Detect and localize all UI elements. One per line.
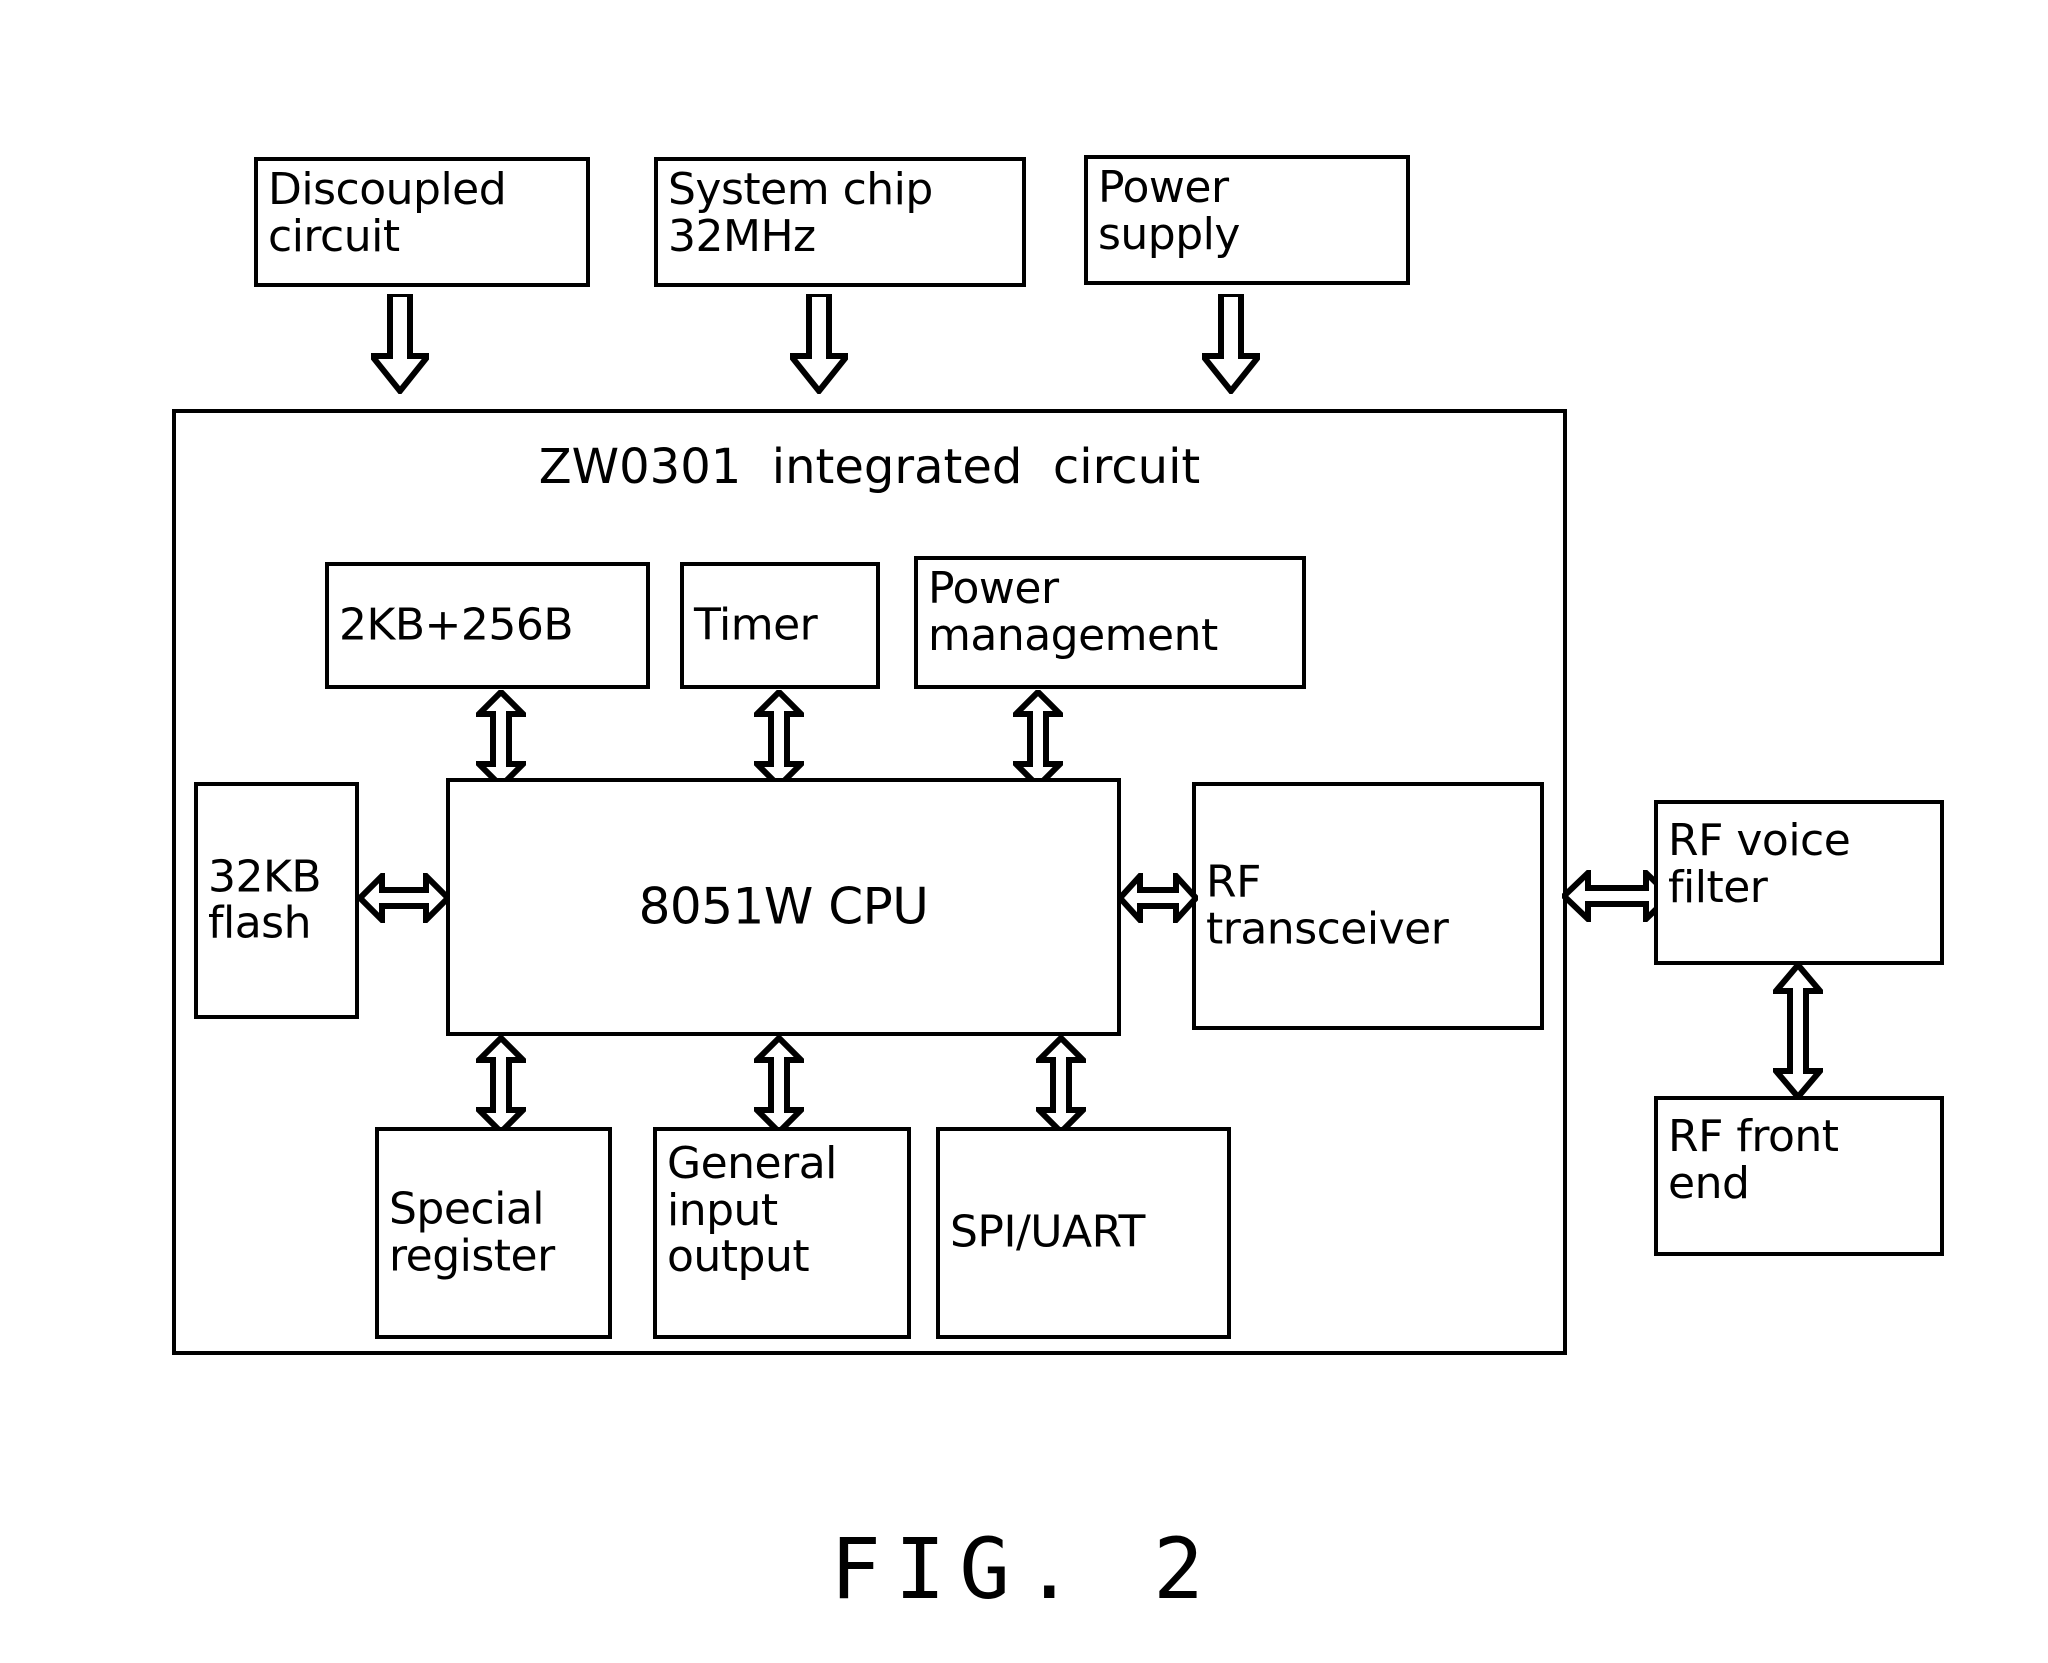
arrow-ram-to-cpu xyxy=(476,690,526,788)
block-label: 2KB+256B xyxy=(339,599,574,651)
arrow-cpu-to-general-io xyxy=(754,1036,804,1134)
block-timer: Timer xyxy=(680,562,880,689)
block-flash: 32KB flash xyxy=(194,782,359,1019)
block-label: RF front end xyxy=(1668,1111,1839,1209)
integrated-circuit-title: ZW0301 integrated circuit xyxy=(538,439,1201,495)
arrow-cpu-to-special-register xyxy=(476,1036,526,1134)
block-label: RF transceiver xyxy=(1206,856,1449,954)
arrow-flash-to-cpu xyxy=(358,873,450,923)
block-label: Timer xyxy=(694,599,818,651)
block-label: Power supply xyxy=(1098,162,1240,260)
figure-canvas: Discoupled circuit System chip 32MHz Pow… xyxy=(0,0,2048,1663)
block-general-io: General input output xyxy=(653,1127,911,1339)
figure-caption: FIG. 2 xyxy=(830,1520,1218,1618)
block-label: 8051W CPU xyxy=(638,877,929,936)
arrow-discoupled-to-chip xyxy=(371,294,429,394)
arrow-power-supply-to-chip xyxy=(1202,294,1260,394)
arrow-timer-to-cpu xyxy=(754,690,804,788)
block-spi-uart: SPI/UART xyxy=(936,1127,1231,1339)
block-label: Discoupled circuit xyxy=(268,164,507,262)
arrow-system-chip-to-chip xyxy=(790,294,848,394)
block-rf-front-end: RF front end xyxy=(1654,1096,1944,1256)
block-rf-transceiver: RF transceiver xyxy=(1192,782,1544,1030)
block-power-supply: Power supply xyxy=(1084,155,1410,285)
block-ram: 2KB+256B xyxy=(325,562,650,689)
block-label: 32KB flash xyxy=(208,850,322,949)
block-label: Power management xyxy=(928,563,1218,661)
block-label: General input output xyxy=(667,1138,837,1283)
block-label: System chip 32MHz xyxy=(668,164,933,262)
block-cpu: 8051W CPU xyxy=(446,778,1121,1036)
arrow-cpu-to-spi-uart xyxy=(1036,1036,1086,1134)
block-discoupled-circuit: Discoupled circuit xyxy=(254,157,590,287)
block-label: Special register xyxy=(389,1183,555,1281)
arrow-cpu-to-rf-transceiver xyxy=(1118,873,1198,923)
block-rf-voice-filter: RF voice filter xyxy=(1654,800,1944,965)
block-power-management: Power management xyxy=(914,556,1306,689)
block-system-chip: System chip 32MHz xyxy=(654,157,1026,287)
block-label: RF voice filter xyxy=(1668,815,1851,913)
block-special-register: Special register xyxy=(375,1127,612,1339)
arrow-rf-voice-filter-to-rf-front-end xyxy=(1773,963,1823,1099)
block-label: SPI/UART xyxy=(950,1206,1145,1258)
arrow-power-management-to-cpu xyxy=(1013,690,1063,788)
